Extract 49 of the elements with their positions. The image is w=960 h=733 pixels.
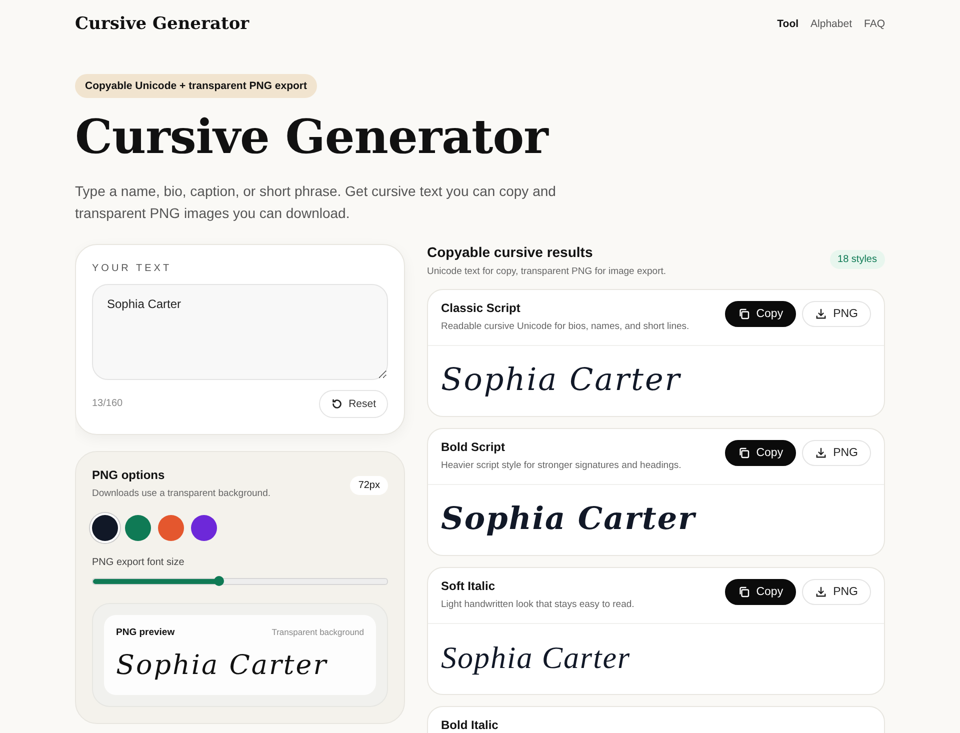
font-size-slider[interactable] bbox=[92, 578, 388, 585]
copy-icon bbox=[738, 586, 750, 598]
copy-icon bbox=[738, 446, 750, 459]
site-logo[interactable]: Cursive Generator bbox=[75, 14, 250, 34]
text-input-field[interactable]: Sophia Carter bbox=[92, 284, 388, 380]
style-description: Heavier script style for stronger signatures and headings. bbox=[441, 460, 682, 471]
preview-sample-text: Sophia Carter bbox=[116, 650, 329, 681]
download-icon bbox=[815, 308, 828, 320]
download-icon bbox=[815, 586, 828, 598]
copy-button[interactable]: Copy bbox=[725, 440, 796, 466]
copy-icon bbox=[738, 308, 750, 320]
color-swatch[interactable] bbox=[125, 514, 151, 541]
page-title: Cursive Generator bbox=[75, 112, 550, 164]
cursive-sample-text: Sophia Carter bbox=[441, 362, 682, 398]
style-name: Soft Italic bbox=[441, 578, 496, 593]
feature-badge: Copyable Unicode + transparent PNG export bbox=[75, 74, 318, 98]
character-counter: 13/160 bbox=[92, 398, 123, 410]
cursive-sample-text: Sophia Carter bbox=[441, 640, 631, 675]
panel-title: PNG options bbox=[92, 468, 166, 482]
copy-button[interactable]: Copy bbox=[725, 578, 796, 605]
preview-note: Transparent background bbox=[272, 627, 364, 638]
preview-title: PNG preview bbox=[116, 626, 175, 638]
color-swatch[interactable] bbox=[191, 514, 217, 541]
slider-label: PNG export font size bbox=[92, 556, 186, 568]
color-swatch[interactable] bbox=[158, 514, 184, 541]
nav-link[interactable]: Alphabet bbox=[810, 18, 852, 30]
style-description: Readable cursive Unicode for bios, names, and short lines. bbox=[441, 320, 690, 332]
nav-link[interactable]: FAQ bbox=[864, 18, 885, 30]
size-badge: 72px bbox=[350, 476, 388, 495]
color-swatch[interactable] bbox=[92, 514, 118, 541]
reset-icon bbox=[330, 398, 343, 410]
results-title: Copyable cursive results bbox=[427, 244, 594, 260]
cursive-sample-text: Sophia Carter bbox=[441, 500, 696, 537]
style-name: Bold Italic bbox=[441, 718, 498, 732]
download-icon bbox=[815, 446, 828, 459]
png-download-button[interactable]: PNG bbox=[802, 300, 871, 327]
field-label: YOUR TEXT bbox=[92, 262, 173, 274]
png-download-button[interactable]: PNG bbox=[802, 440, 871, 466]
style-name: Classic Script bbox=[441, 300, 522, 315]
results-subtitle: Unicode text for copy, transparent PNG for image export. bbox=[427, 266, 666, 277]
style-count-badge: 18 styles bbox=[830, 250, 885, 269]
style-description: Light handwritten look that stays easy to read. bbox=[441, 598, 634, 610]
png-download-button[interactable]: PNG bbox=[802, 578, 871, 605]
copy-button[interactable]: Copy bbox=[725, 300, 796, 327]
reset-button[interactable]: Reset bbox=[318, 390, 388, 418]
nav-link[interactable]: Tool bbox=[777, 18, 799, 30]
panel-subtitle: Downloads use a transparent background. bbox=[92, 488, 271, 499]
page-description: Type a name, bio, caption, or short phrase. Get cursive text you can copy and transparent PNG images you can download. bbox=[75, 182, 557, 223]
style-name: Bold Script bbox=[441, 440, 506, 454]
